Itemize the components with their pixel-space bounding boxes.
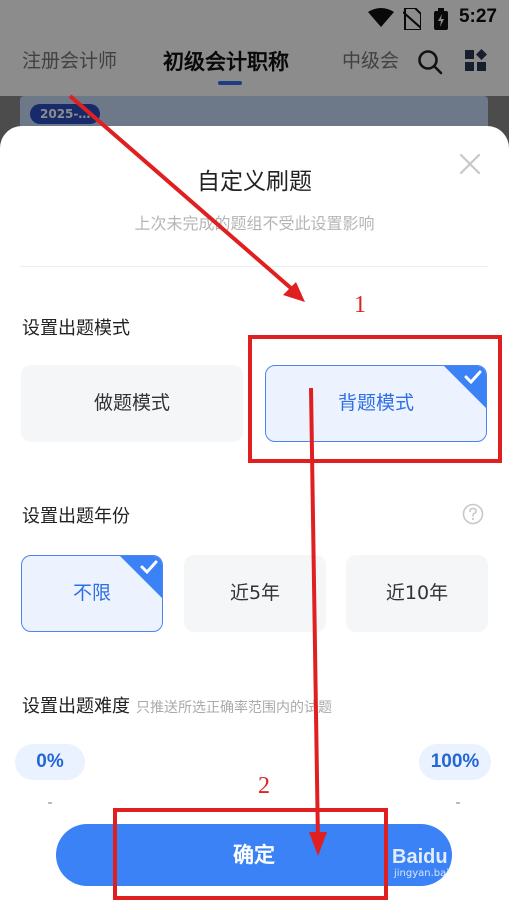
annotation-arrowhead-2 bbox=[309, 832, 327, 856]
annotation-arrow-1 bbox=[68, 94, 302, 298]
annotation-overlay bbox=[68, 94, 502, 900]
annotation-label-2: 2 bbox=[258, 773, 270, 799]
annotation-box-2 bbox=[113, 808, 388, 900]
annotation-arrow-2 bbox=[309, 387, 320, 844]
annotation-box-1 bbox=[248, 335, 502, 463]
annotation-label-1: 1 bbox=[354, 292, 366, 318]
